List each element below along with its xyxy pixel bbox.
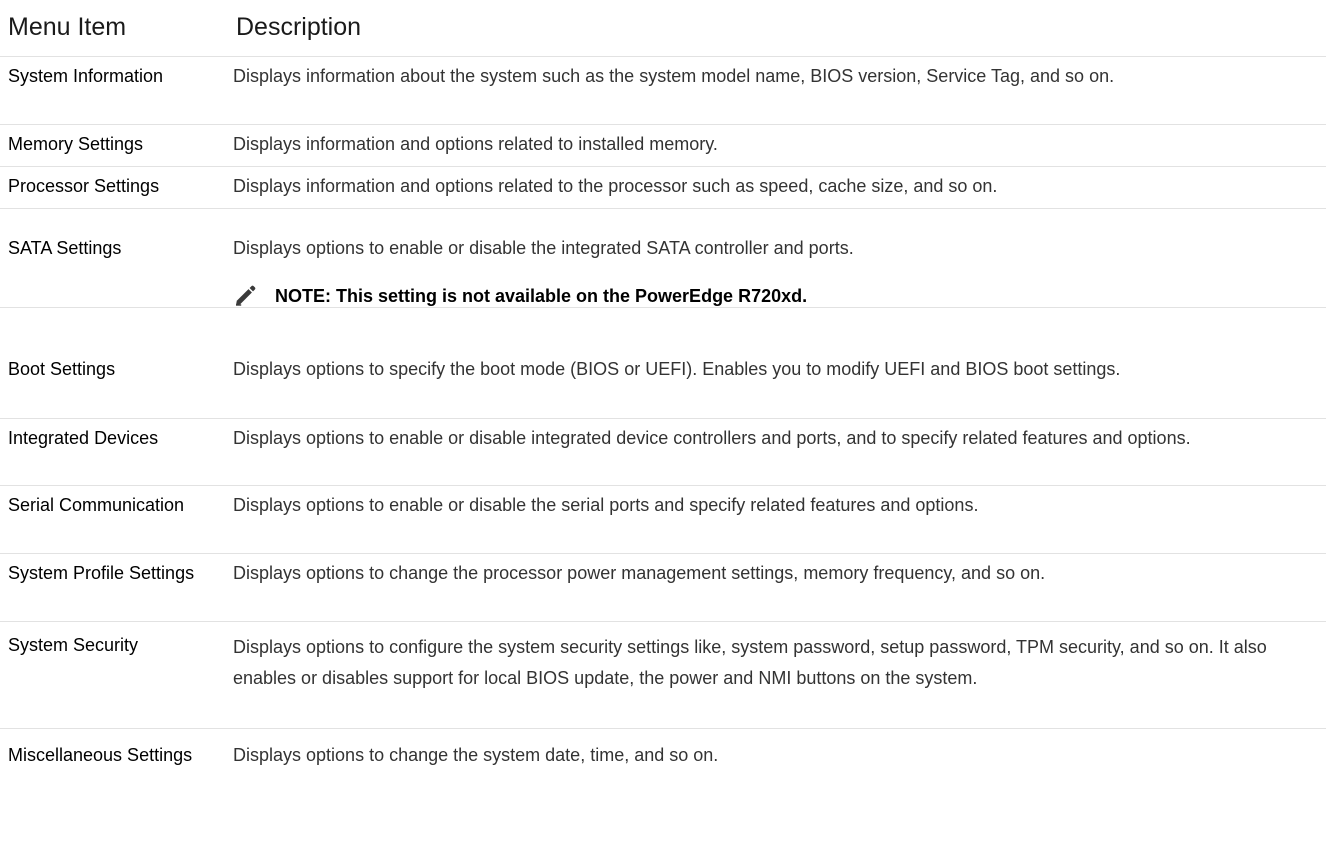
- menu-item-description: Displays options to change the processor…: [233, 563, 1046, 583]
- table-row: Miscellaneous Settings Displays options …: [0, 729, 1326, 819]
- table-row: System Security Displays options to conf…: [0, 622, 1326, 729]
- column-header-description: Description: [236, 13, 362, 41]
- menu-item-label: SATA Settings: [8, 238, 122, 258]
- note-text: NOTE: This setting is not available on t…: [275, 285, 808, 306]
- menu-item-label: Miscellaneous Settings: [8, 745, 193, 765]
- menu-item-description: Displays options to enable or disable th…: [233, 495, 979, 515]
- menu-item-label: Boot Settings: [8, 359, 116, 379]
- menu-item-description: Displays options to specify the boot mod…: [233, 359, 1121, 379]
- note: NOTE: This setting is not available on t…: [233, 284, 807, 308]
- column-header-menu-item: Menu Item: [8, 13, 127, 41]
- table-row: System Information Displays information …: [0, 57, 1326, 125]
- table-row: Boot Settings Displays options to specif…: [0, 351, 1326, 419]
- table-row: Serial Communication Displays options to…: [0, 486, 1326, 554]
- table-row: Integrated Devices Displays options to e…: [0, 419, 1326, 486]
- table-row: SATA Settings Displays options to enable…: [0, 209, 1326, 308]
- menu-item-label: Memory Settings: [8, 134, 144, 154]
- bios-menu-table: Menu Item Description System Information…: [0, 0, 1326, 845]
- table-header: Menu Item Description: [0, 0, 1326, 57]
- menu-item-label: System Profile Settings: [8, 563, 195, 583]
- menu-item-description: Displays options to enable or disable in…: [233, 428, 1191, 448]
- menu-item-description: Displays information and options related…: [233, 176, 998, 196]
- menu-item-description: Displays options to configure the system…: [233, 637, 1267, 688]
- menu-item-description: Displays options to enable or disable th…: [233, 238, 854, 258]
- menu-item-label: Integrated Devices: [8, 428, 159, 448]
- table-row: Memory Settings Displays information and…: [0, 125, 1326, 167]
- table-row: System Profile Settings Displays options…: [0, 554, 1326, 622]
- menu-item-label: Serial Communication: [8, 495, 185, 515]
- menu-item-description: Displays information about the system su…: [233, 66, 1115, 86]
- menu-item-label: Processor Settings: [8, 176, 160, 196]
- menu-item-description: Displays information and options related…: [233, 134, 718, 154]
- menu-item-label: System Information: [8, 66, 164, 86]
- menu-item-label: System Security: [8, 635, 139, 655]
- menu-item-description: Displays options to change the system da…: [233, 745, 719, 765]
- pencil-note-icon: [236, 285, 256, 306]
- table-row: Processor Settings Displays information …: [0, 167, 1326, 209]
